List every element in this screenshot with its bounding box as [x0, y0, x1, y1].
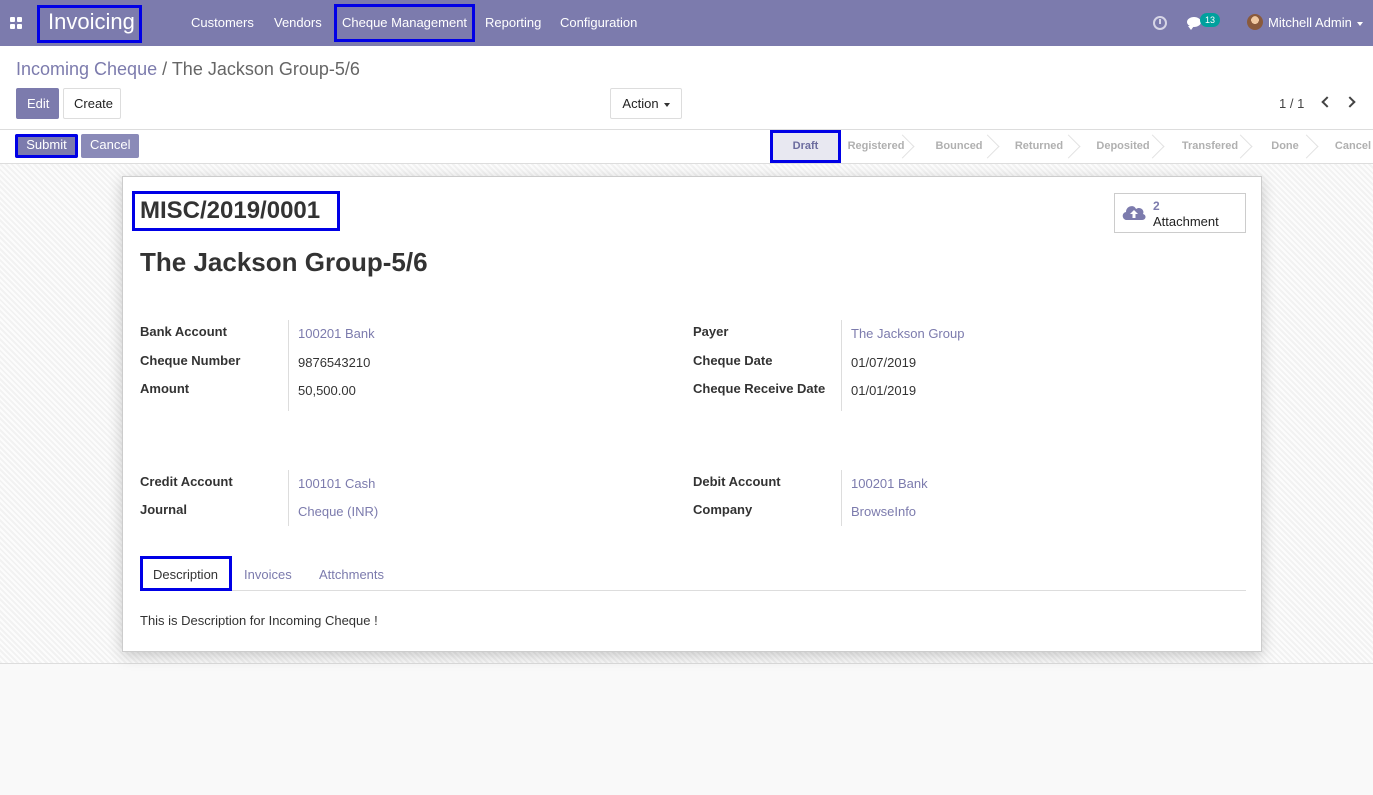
cheque-receive-date-label: Cheque Receive Date	[693, 381, 826, 396]
amount-label: Amount	[140, 381, 190, 396]
debit-account-link[interactable]: 100201 Bank	[851, 476, 928, 491]
action-label: Action	[622, 96, 659, 111]
cheque-receive-date-value: 01/01/2019	[851, 383, 917, 398]
company-label: Company	[693, 502, 753, 517]
menu-reporting[interactable]: Reporting	[485, 0, 541, 46]
attachment-label: Attachment	[1153, 214, 1219, 229]
cheque-number-value: 9876543210	[298, 355, 371, 370]
stage-cancel[interactable]: Cancel	[1322, 130, 1373, 163]
amount-value: 50,500.00	[298, 383, 356, 398]
notebook-tabs: Description Invoices Attchments	[140, 556, 1246, 591]
breadcrumb-parent-link[interactable]: Incoming Cheque	[16, 59, 157, 79]
menu-configuration[interactable]: Configuration	[560, 0, 637, 46]
form-sheet: MISC/2019/0001 The Jackson Group-5/6 2 A…	[122, 176, 1262, 652]
cheque-date-value: 01/07/2019	[851, 355, 917, 370]
tab-description[interactable]: Description	[140, 556, 232, 591]
journal-link[interactable]: Cheque (INR)	[298, 504, 378, 519]
tab-attachments[interactable]: Attchments	[319, 556, 384, 590]
credit-account-label: Credit Account	[140, 474, 233, 489]
create-button[interactable]: Create	[63, 88, 121, 119]
field-divider	[288, 470, 289, 526]
breadcrumb-current: The Jackson Group-5/6	[171, 59, 360, 79]
pager-previous-icon[interactable]	[1321, 96, 1333, 108]
messages-icon[interactable]	[1187, 17, 1201, 30]
debit-account-label: Debit Account	[693, 474, 781, 489]
cheque-date-label: Cheque Date	[693, 353, 773, 368]
submit-button[interactable]: Submit	[15, 134, 78, 158]
field-divider	[841, 320, 842, 411]
journal-label: Journal	[140, 502, 187, 517]
top-navbar: Invoicing Customers Vendors Cheque Manag…	[0, 0, 1373, 46]
pager-next-icon[interactable]	[1344, 96, 1356, 108]
user-avatar[interactable]	[1247, 14, 1263, 30]
caret-down-icon	[1356, 21, 1363, 26]
cheque-title: The Jackson Group-5/6	[140, 247, 428, 277]
credit-account-link[interactable]: 100101 Cash	[298, 476, 375, 491]
activity-clock-icon[interactable]	[1153, 16, 1167, 30]
tab-invoices[interactable]: Invoices	[244, 556, 292, 590]
status-bar: Submit Cancel Draft Registered Bounced R…	[0, 130, 1373, 164]
bank-account-link[interactable]: 100201 Bank	[298, 326, 375, 341]
apps-menu-icon[interactable]	[10, 17, 22, 29]
attachment-button[interactable]: 2 Attachment	[1114, 193, 1246, 233]
field-divider	[288, 320, 289, 411]
payer-label: Payer	[693, 324, 729, 339]
control-panel: Incoming Cheque / The Jackson Group-5/6 …	[0, 46, 1373, 130]
attachment-count: 2	[1153, 199, 1160, 213]
description-text: This is Description for Incoming Cheque …	[140, 613, 378, 628]
cancel-button[interactable]: Cancel	[81, 134, 139, 158]
cheque-number-label: Cheque Number	[140, 353, 241, 368]
pager-value[interactable]: 1 / 1	[1279, 96, 1304, 111]
message-count-badge: 13	[1200, 13, 1221, 27]
stage-draft[interactable]: Draft	[770, 130, 841, 163]
company-link[interactable]: BrowseInfo	[851, 504, 916, 519]
breadcrumb-separator: /	[162, 59, 168, 79]
app-brand[interactable]: Invoicing	[37, 5, 142, 43]
menu-customers[interactable]: Customers	[191, 0, 254, 46]
field-divider	[841, 470, 842, 526]
caret-down-icon	[663, 102, 670, 107]
edit-button[interactable]: Edit	[16, 88, 59, 119]
user-name-label: Mitchell Admin	[1268, 15, 1352, 30]
menu-vendors[interactable]: Vendors	[274, 0, 322, 46]
breadcrumb: Incoming Cheque / The Jackson Group-5/6	[16, 59, 360, 80]
payer-link[interactable]: The Jackson Group	[851, 326, 964, 341]
menu-cheque-management[interactable]: Cheque Management	[334, 4, 476, 42]
bank-account-label: Bank Account	[140, 324, 227, 339]
cheque-reference-number: MISC/2019/0001	[132, 191, 340, 231]
cloud-upload-icon	[1122, 206, 1146, 220]
user-menu[interactable]: Mitchell Admin	[1268, 0, 1363, 46]
action-dropdown[interactable]: Action	[610, 88, 682, 119]
